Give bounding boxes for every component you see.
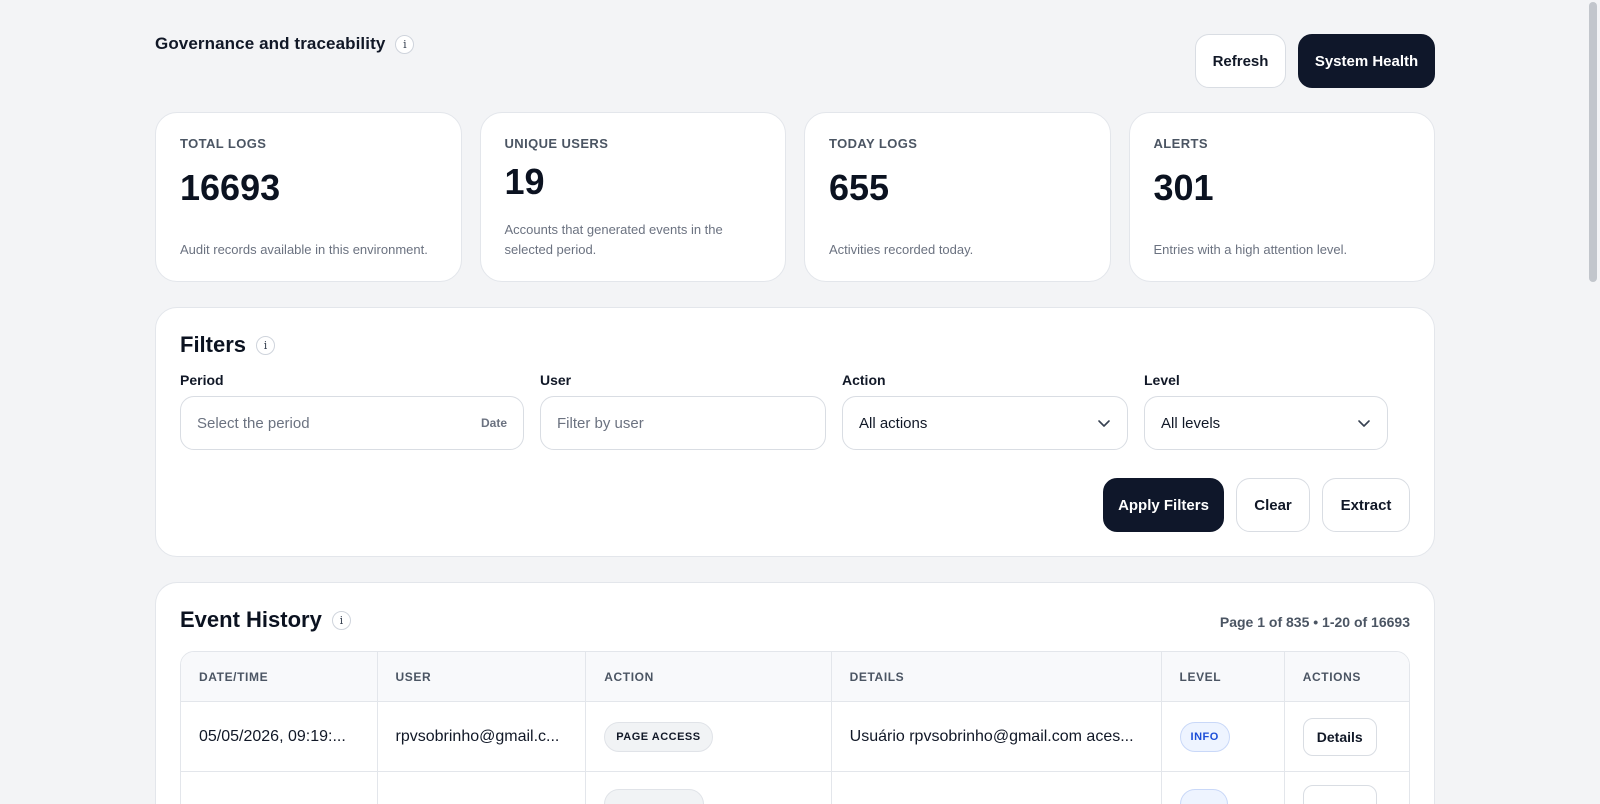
page-header: Governance and traceability i Refresh Sy… [155, 0, 1435, 112]
clear-button[interactable]: Clear [1236, 478, 1310, 532]
user-label: User [540, 372, 572, 388]
info-icon[interactable]: i [395, 34, 415, 54]
stat-description: Accounts that generated events in the se… [504, 222, 723, 257]
main-content: Governance and traceability i Refresh Sy… [155, 0, 1435, 804]
user-placeholder: Filter by user [557, 414, 644, 432]
column-header-action[interactable]: ACTION [586, 652, 832, 702]
level-badge: INFO [1179, 721, 1230, 752]
chevron-down-icon [1358, 420, 1370, 427]
info-icon[interactable]: i [256, 335, 276, 355]
page-title: Governance and traceability [155, 34, 386, 53]
action-selected-value: All actions [859, 414, 928, 432]
details-button[interactable]: Details [1302, 717, 1377, 756]
details-button[interactable] [1302, 785, 1377, 804]
stat-card-total-logs: TOTAL LOGS 16693 Audit records available… [155, 112, 462, 282]
refresh-button[interactable]: Refresh [1195, 34, 1286, 88]
cell-actions [1285, 772, 1409, 804]
extract-button[interactable]: Extract [1322, 478, 1410, 532]
stat-value: 655 [829, 167, 890, 208]
filters-header: Filters i [180, 332, 1410, 358]
stat-label: TODAY LOGS [829, 136, 918, 151]
user-input[interactable]: Filter by user [540, 396, 826, 450]
action-select[interactable]: All actions [842, 396, 1128, 450]
cell-datetime [181, 772, 378, 804]
action-field: Action All actions [842, 372, 1128, 450]
action-badge [604, 789, 705, 804]
stat-value: 16693 [180, 167, 281, 208]
cell-action [586, 772, 832, 804]
pagination-info: Page 1 of 835 • 1-20 of 16693 [1219, 614, 1410, 630]
user-field: User Filter by user [540, 372, 826, 450]
table-row [181, 772, 1409, 804]
level-label: Level [1144, 372, 1180, 388]
cell-level [1162, 772, 1285, 804]
action-badge: PAGE ACCESS [604, 721, 713, 752]
cell-actions: Details [1284, 702, 1409, 772]
period-placeholder: Select the period [197, 414, 310, 432]
event-history-card: Event History i Page 1 of 835 • 1-20 of … [155, 582, 1435, 804]
stat-label: ALERTS [1153, 136, 1208, 151]
action-label: Action [842, 372, 886, 388]
level-field: Level All levels [1144, 372, 1388, 450]
column-header-actions: ACTIONS [1284, 652, 1409, 702]
column-header-details[interactable]: DETAILS [831, 652, 1162, 702]
level-selected-value: All levels [1161, 414, 1221, 432]
vertical-scrollbar[interactable] [1586, 0, 1600, 804]
stats-row: TOTAL LOGS 16693 Audit records available… [155, 112, 1435, 282]
filters-title: Filters [180, 332, 247, 357]
cell-details: Usuário rpvsobrinho@gmail.com aces... [831, 702, 1162, 772]
column-header-datetime[interactable]: DATE/TIME [181, 652, 378, 702]
cell-user: rpvsobrinho@gmail.c... [377, 702, 587, 772]
date-hint: Date [480, 416, 507, 430]
stat-description: Activities recorded today. [829, 242, 974, 257]
stat-label: UNIQUE USERS [504, 136, 609, 151]
cell-action: PAGE ACCESS [586, 702, 832, 772]
cell-details [832, 772, 1162, 804]
column-header-level[interactable]: LEVEL [1161, 652, 1285, 702]
cell-user [378, 772, 587, 804]
stat-card-unique-users: UNIQUE USERS 19 Accounts that generated … [479, 112, 786, 282]
level-select[interactable]: All levels [1144, 396, 1388, 450]
stat-label: TOTAL LOGS [180, 136, 267, 151]
stat-value: 19 [504, 161, 545, 202]
chevron-down-icon [1098, 420, 1110, 427]
table-header-row: DATE/TIME USER ACTION DETAILS LEVEL ACTI… [181, 652, 1409, 702]
history-title: Event History [180, 607, 322, 632]
system-health-button[interactable]: System Health [1298, 34, 1435, 88]
page: Governance and traceability i Refresh Sy… [0, 0, 1600, 804]
stat-card-today-logs: TODAY LOGS 655 Activities recorded today… [804, 112, 1111, 282]
stat-description: Audit records available in this environm… [180, 242, 428, 257]
period-label: Period [180, 372, 224, 388]
info-icon[interactable]: i [331, 610, 351, 630]
column-header-user[interactable]: USER [377, 652, 587, 702]
stat-card-alerts: ALERTS 301 Entries with a high attention… [1128, 112, 1435, 282]
level-badge [1179, 789, 1228, 804]
period-field: Period Select the period Date [180, 372, 524, 450]
table-row: 05/05/2026, 09:19:... rpvsobrinho@gmail.… [181, 702, 1409, 772]
header-actions: Refresh System Health [1195, 34, 1435, 88]
cell-datetime: 05/05/2026, 09:19:... [181, 702, 378, 772]
event-table: DATE/TIME USER ACTION DETAILS LEVEL ACTI… [180, 651, 1410, 804]
period-input[interactable]: Select the period Date [180, 396, 524, 450]
cell-level: INFO [1161, 702, 1285, 772]
apply-filters-button[interactable]: Apply Filters [1103, 478, 1224, 532]
filter-row: Period Select the period Date User Filte… [180, 372, 1410, 450]
scrollbar-thumb[interactable] [1589, 2, 1597, 282]
stat-value: 301 [1153, 167, 1214, 208]
filters-card: Filters i Period Select the period Date … [155, 307, 1435, 557]
stat-description: Entries with a high attention level. [1153, 242, 1348, 257]
title-wrap: Governance and traceability i [155, 34, 415, 54]
filter-actions: Apply Filters Clear Extract [1103, 478, 1410, 532]
